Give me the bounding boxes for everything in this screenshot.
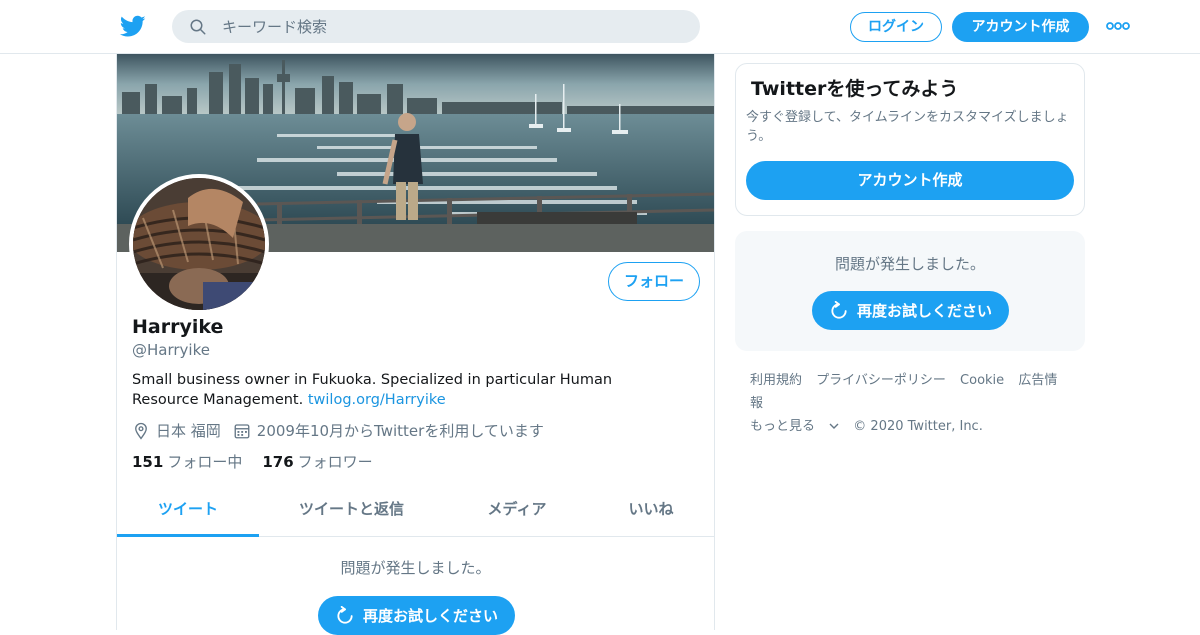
retry-label: 再度お試しください <box>362 607 498 625</box>
footer-link-cookie[interactable]: Cookie <box>960 373 1004 388</box>
avatar-photo <box>133 178 265 310</box>
location-icon <box>135 422 147 440</box>
login-button[interactable]: ログイン <box>850 12 942 42</box>
tab-likes[interactable]: いいね <box>597 482 705 537</box>
footer-link-terms[interactable]: 利用規約 <box>750 373 802 388</box>
footer-more-label: もっと見る <box>750 419 816 434</box>
refresh-icon <box>831 300 847 319</box>
tab-media[interactable]: メディア <box>447 482 587 537</box>
chevron-down-icon <box>829 423 839 429</box>
refresh-icon <box>337 605 353 624</box>
sidebar-retry-button[interactable]: 再度お試しください <box>812 291 1009 330</box>
tab-tweets[interactable]: ツイート <box>117 482 259 537</box>
more-dots-icon[interactable] <box>1106 20 1130 32</box>
footer-link-privacy[interactable]: プライバシーポリシー <box>816 373 946 388</box>
signup-card-description: 今すぐ登録して、タイムラインをカスタマイズしましょう。 <box>746 110 1069 144</box>
timeline-error-message: 問題が発生しました。 <box>340 559 491 577</box>
profile-location: 日本 福岡 <box>156 422 221 440</box>
followers-count: 176 <box>262 453 294 471</box>
retry-label: 再度お試しください <box>856 302 992 320</box>
timeline-retry-button[interactable]: 再度お試しください <box>318 596 515 635</box>
profile-bio: Small business owner in Fukuoka. Special… <box>132 370 672 410</box>
following-label: フォロー中 <box>167 453 243 471</box>
following-stat[interactable]: 151 フォロー中 <box>132 451 242 472</box>
top-navigation-bar: ログイン アカウント作成 <box>0 0 1200 54</box>
profile-column: フォロー Harryike @Harryike Small business o… <box>116 54 715 635</box>
calendar-icon <box>234 423 250 438</box>
signup-card-button[interactable]: アカウント作成 <box>746 161 1074 200</box>
profile-stats: 151 フォロー中 176 フォロワー <box>132 451 393 472</box>
profile-joined-date: 2009年10月からTwitterを利用しています <box>256 422 544 440</box>
bio-link[interactable]: twilog.org/Harryike <box>308 392 446 408</box>
profile-handle: @Harryike <box>132 341 210 359</box>
search-icon <box>190 19 206 35</box>
tab-tweets-and-replies[interactable]: ツイートと返信 <box>279 482 424 537</box>
twitter-bird-icon[interactable] <box>119 13 147 39</box>
follow-button[interactable]: フォロー <box>608 262 700 301</box>
signup-card-title: Twitterを使ってみよう <box>751 78 959 100</box>
search-box[interactable] <box>172 10 700 43</box>
profile-tabs: ツイート ツイートと返信 メディア いいね <box>117 482 714 537</box>
sidebar-footer: 利用規約 プライバシーポリシー Cookie 広告情報 もっと見る © 2020… <box>750 369 1070 438</box>
followers-label: フォロワー <box>297 453 373 471</box>
signup-button[interactable]: アカウント作成 <box>952 12 1089 42</box>
footer-copyright: © 2020 Twitter, Inc. <box>853 419 983 434</box>
search-input[interactable] <box>222 10 682 43</box>
signup-card: Twitterを使ってみよう 今すぐ登録して、タイムラインをカスタマイズしましょ… <box>735 63 1085 216</box>
profile-avatar[interactable] <box>129 174 269 314</box>
following-count: 151 <box>132 453 164 471</box>
sidebar-error-message: 問題が発生しました。 <box>834 255 985 273</box>
profile-meta: 日本 福岡 2009年10月からTwitterを利用しています <box>132 420 544 441</box>
followers-stat[interactable]: 176 フォロワー <box>262 451 372 472</box>
sidebar-error-card: 問題が発生しました。 再度お試しください <box>735 231 1085 351</box>
footer-more-button[interactable]: もっと見る <box>750 419 843 434</box>
profile-name: Harryike <box>132 316 224 338</box>
